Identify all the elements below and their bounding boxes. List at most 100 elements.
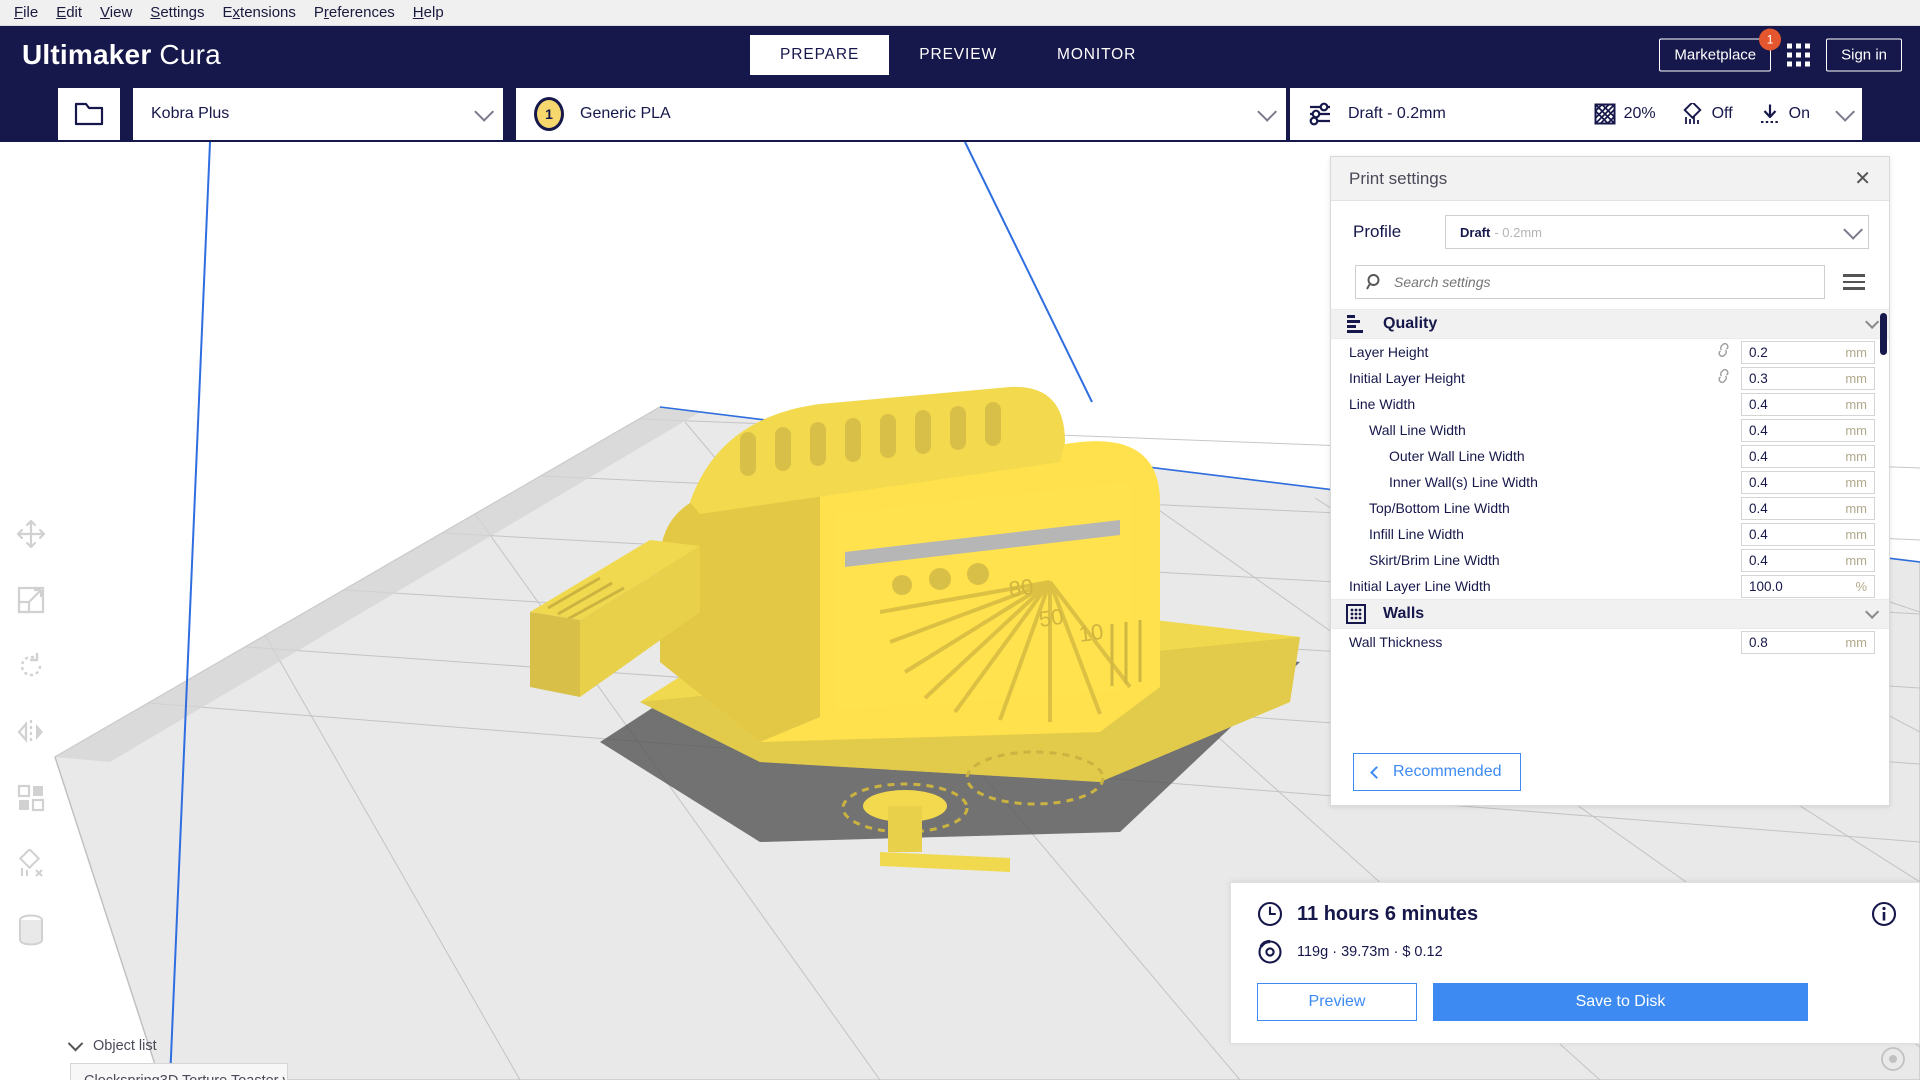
setting-value-field[interactable]: 100.0 % bbox=[1741, 574, 1875, 598]
setting-value-field[interactable]: 0.8 mm bbox=[1741, 630, 1875, 654]
menu-item-extensions[interactable]: Extensions bbox=[215, 1, 304, 24]
material-selector[interactable]: 1 Generic PLA bbox=[516, 88, 1286, 140]
setting-value-field[interactable]: 0.2 mm bbox=[1741, 340, 1875, 364]
setting-row-initial-layer-height[interactable]: Initial Layer Height 0.3 mm bbox=[1331, 365, 1889, 391]
setting-value: 0.4 bbox=[1749, 396, 1768, 412]
setting-label: Wall Thickness bbox=[1349, 634, 1443, 650]
apps-grid-icon[interactable] bbox=[1785, 42, 1812, 69]
setting-label: Layer Height bbox=[1349, 344, 1429, 360]
camera-orientation-icon[interactable] bbox=[1880, 1046, 1906, 1072]
support-blocker-tool[interactable] bbox=[11, 844, 51, 884]
menu-item-file[interactable]: File bbox=[6, 1, 46, 24]
setting-label: Skirt/Brim Line Width bbox=[1369, 552, 1500, 568]
save-to-disk-button[interactable]: Save to Disk bbox=[1433, 983, 1808, 1021]
tab-prepare[interactable]: PREPARE bbox=[750, 35, 890, 75]
menu-item-help[interactable]: Help bbox=[405, 1, 452, 24]
close-icon[interactable]: ✕ bbox=[1850, 166, 1875, 191]
material-usage-value: 119g · 39.73m · $ 0.12 bbox=[1297, 944, 1443, 960]
scale-tool[interactable] bbox=[11, 580, 51, 620]
rotate-tool[interactable] bbox=[11, 646, 51, 686]
settings-search-row bbox=[1331, 259, 1889, 307]
setting-row-top-bottom-line-width[interactable]: Top/Bottom Line Width 0.4 mm bbox=[1331, 495, 1889, 521]
print-job-panel: 11 hours 6 minutes 119g · 39.73m · $ 0.1… bbox=[1230, 882, 1920, 1044]
marketplace-label: Marketplace bbox=[1674, 46, 1757, 64]
setting-row-initial-layer-line-width[interactable]: Initial Layer Line Width 100.0 % bbox=[1331, 573, 1889, 599]
settings-list[interactable]: Quality Layer Height 0.2 mm Initial Laye… bbox=[1331, 309, 1889, 743]
machine-selector[interactable]: Kobra Plus bbox=[133, 88, 503, 140]
recommended-mode-button[interactable]: Recommended bbox=[1353, 753, 1521, 791]
profile-row: Profile Draft - 0.2mm bbox=[1331, 201, 1889, 259]
setting-value-field[interactable]: 0.4 mm bbox=[1741, 548, 1875, 572]
setting-value-field[interactable]: 0.4 mm bbox=[1741, 470, 1875, 494]
setting-row-layer-height[interactable]: Layer Height 0.2 mm bbox=[1331, 339, 1889, 365]
setting-row-inner-wall-line-width[interactable]: Inner Wall(s) Line Width 0.4 mm bbox=[1331, 469, 1889, 495]
setting-value-field[interactable]: 0.4 mm bbox=[1741, 392, 1875, 416]
setting-value-field[interactable]: 0.4 mm bbox=[1741, 418, 1875, 442]
link-icon[interactable] bbox=[1715, 368, 1735, 388]
extruder-number-badge: 1 bbox=[534, 97, 564, 131]
app-header: Ultimaker Cura PREPARE PREVIEW MONITOR M… bbox=[0, 26, 1920, 84]
setting-row-line-width[interactable]: Line Width 0.4 mm bbox=[1331, 391, 1889, 417]
setting-unit: mm bbox=[1845, 634, 1867, 650]
menu-item-view[interactable]: View bbox=[92, 1, 140, 24]
setting-unit: mm bbox=[1845, 422, 1867, 438]
setting-row-skirt-brim-line-width[interactable]: Skirt/Brim Line Width 0.4 mm bbox=[1331, 547, 1889, 573]
chevron-down-icon bbox=[1865, 314, 1880, 329]
setting-unit: mm bbox=[1845, 474, 1867, 490]
setting-row-wall-thickness[interactable]: Wall Thickness 0.8 mm bbox=[1331, 629, 1889, 655]
profile-dropdown[interactable]: Draft - 0.2mm bbox=[1445, 215, 1869, 249]
menu-item-settings[interactable]: Settings bbox=[142, 1, 212, 24]
menu-bar: File Edit View Settings Extensions Prefe… bbox=[0, 0, 1920, 26]
support-blocker-icon bbox=[18, 849, 43, 877]
per-model-settings-tool[interactable] bbox=[11, 778, 51, 818]
setting-row-infill-line-width[interactable]: Infill Line Width 0.4 mm bbox=[1331, 521, 1889, 547]
print-setup-selector[interactable]: Draft - 0.2mm 20% Off On bbox=[1290, 88, 1862, 140]
tab-preview[interactable]: PREVIEW bbox=[889, 35, 1027, 75]
object-list-toggle[interactable]: Object list bbox=[67, 1035, 383, 1054]
section-header-quality[interactable]: Quality bbox=[1331, 309, 1889, 339]
setting-value: 0.4 bbox=[1749, 474, 1768, 490]
search-input[interactable] bbox=[1394, 274, 1814, 290]
setting-value: 100.0 bbox=[1749, 578, 1783, 594]
marketplace-notification-badge: 1 bbox=[1759, 28, 1782, 51]
open-file-button[interactable] bbox=[58, 88, 120, 140]
header-actions: Marketplace 1 Sign in bbox=[1659, 28, 1902, 72]
object-list-item[interactable]: Clockspring3D Torture Toaster v... bbox=[70, 1063, 288, 1080]
tab-monitor[interactable]: MONITOR bbox=[1027, 35, 1166, 75]
preview-button[interactable]: Preview bbox=[1257, 983, 1417, 1021]
link-icon[interactable] bbox=[1715, 342, 1735, 362]
profile-sublabel: - 0.2mm bbox=[1494, 224, 1543, 240]
chevron-down-icon bbox=[1843, 219, 1864, 240]
svg-text:50: 50 bbox=[1037, 604, 1065, 632]
menu-item-edit[interactable]: Edit bbox=[48, 1, 90, 24]
setting-value-field[interactable]: 0.4 mm bbox=[1741, 496, 1875, 520]
marketplace-button[interactable]: Marketplace 1 bbox=[1659, 28, 1782, 72]
setting-row-wall-line-width[interactable]: Wall Line Width 0.4 mm bbox=[1331, 417, 1889, 443]
material-usage-row: 119g · 39.73m · $ 0.12 bbox=[1257, 939, 1897, 965]
sign-in-button[interactable]: Sign in bbox=[1826, 38, 1902, 72]
info-icon[interactable] bbox=[1871, 901, 1897, 927]
setting-value-field[interactable]: 0.4 mm bbox=[1741, 444, 1875, 468]
setting-value-field[interactable]: 0.4 mm bbox=[1741, 522, 1875, 546]
print-profile-label: Draft - 0.2mm bbox=[1348, 105, 1446, 122]
settings-scrollbar[interactable] bbox=[1880, 313, 1887, 355]
cylinder-tool[interactable] bbox=[11, 910, 51, 950]
setting-row-outer-wall-line-width[interactable]: Outer Wall Line Width 0.4 mm bbox=[1331, 443, 1889, 469]
section-header-walls[interactable]: Walls bbox=[1331, 599, 1889, 629]
material-name: Generic PLA bbox=[580, 105, 671, 122]
search-box[interactable] bbox=[1355, 265, 1825, 299]
support-value: Off bbox=[1711, 105, 1733, 122]
setting-unit: mm bbox=[1845, 552, 1867, 568]
sliders-icon bbox=[1309, 102, 1330, 126]
setting-unit: mm bbox=[1845, 344, 1867, 360]
setting-unit: mm bbox=[1845, 448, 1867, 464]
move-tool[interactable] bbox=[11, 514, 51, 554]
print-settings-footer: Recommended bbox=[1331, 743, 1889, 805]
stage-tabs: PREPARE PREVIEW MONITOR bbox=[750, 26, 1166, 84]
setting-value: 0.4 bbox=[1749, 552, 1768, 568]
profile-name: Draft bbox=[1460, 224, 1491, 240]
setting-value-field[interactable]: 0.3 mm bbox=[1741, 366, 1875, 390]
mirror-tool[interactable] bbox=[11, 712, 51, 752]
hamburger-icon[interactable] bbox=[1839, 270, 1869, 294]
menu-item-preferences[interactable]: Preferences bbox=[306, 1, 403, 24]
